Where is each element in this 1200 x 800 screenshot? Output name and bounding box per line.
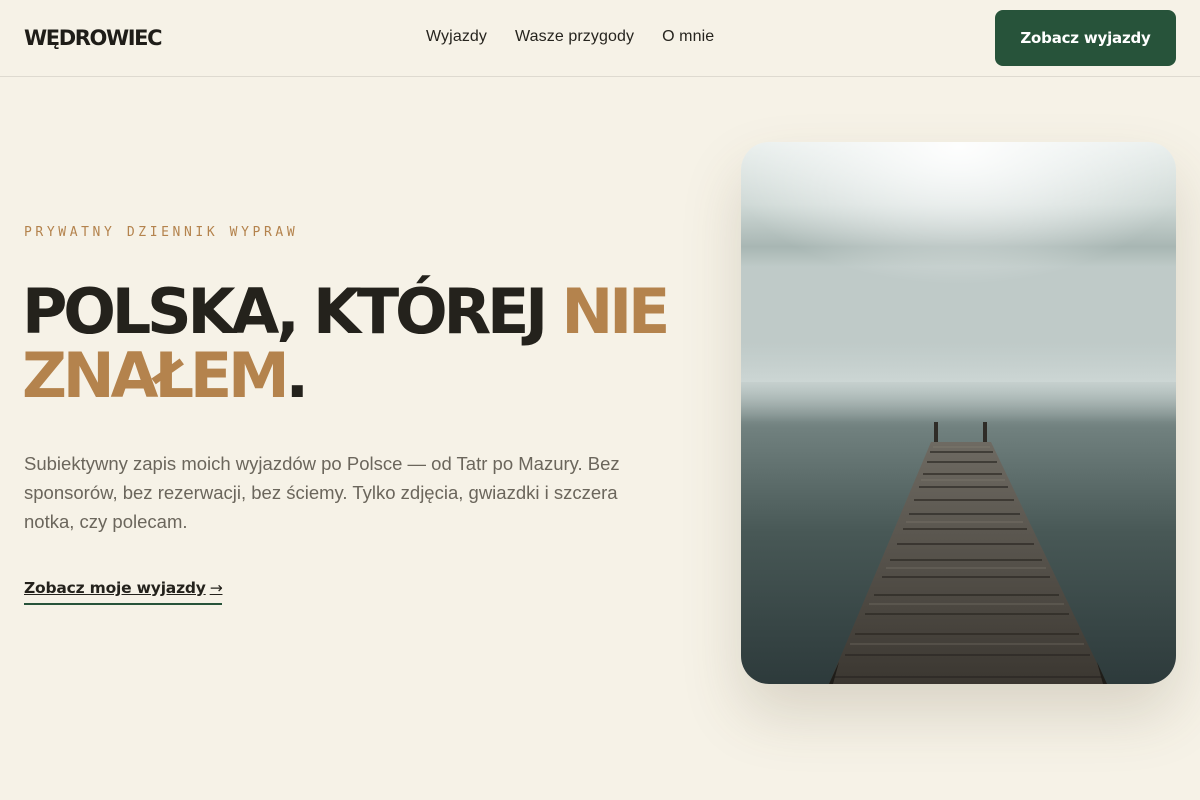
site-header: WĘDROWIEC Wyjazdy Wasze przygody O mnie … bbox=[0, 0, 1200, 77]
nav-link-wasze-przygody[interactable]: Wasze przygody bbox=[515, 27, 634, 47]
hero-eyebrow: PRYWATNY DZIENNIK WYPRAW bbox=[24, 225, 299, 240]
see-trips-button[interactable]: Zobacz wyjazdy bbox=[995, 10, 1176, 66]
headline-period: . bbox=[285, 339, 310, 412]
site-logo[interactable]: WĘDROWIEC bbox=[24, 24, 163, 52]
see-my-trips-link-label: Zobacz moje wyjazdy bbox=[24, 579, 206, 597]
hero-headline: POLSKA, KTÓREJ NIE ZNAŁEM. bbox=[22, 280, 702, 408]
see-my-trips-link[interactable]: Zobacz moje wyjazdy → bbox=[24, 578, 223, 605]
hero-lead-paragraph: Subiektywny zapis moich wyjazdów po Pols… bbox=[24, 453, 620, 532]
arrow-right-icon: → bbox=[209, 579, 223, 597]
headline-main-text: POLSKA, KTÓREJ bbox=[22, 275, 562, 348]
nav-link-wyjazdy[interactable]: Wyjazdy bbox=[426, 27, 487, 47]
hero-photo-misty-lake-pier bbox=[741, 142, 1176, 684]
main-nav: Wyjazdy Wasze przygody O mnie bbox=[426, 27, 714, 47]
nav-link-o-mnie[interactable]: O mnie bbox=[662, 27, 714, 47]
